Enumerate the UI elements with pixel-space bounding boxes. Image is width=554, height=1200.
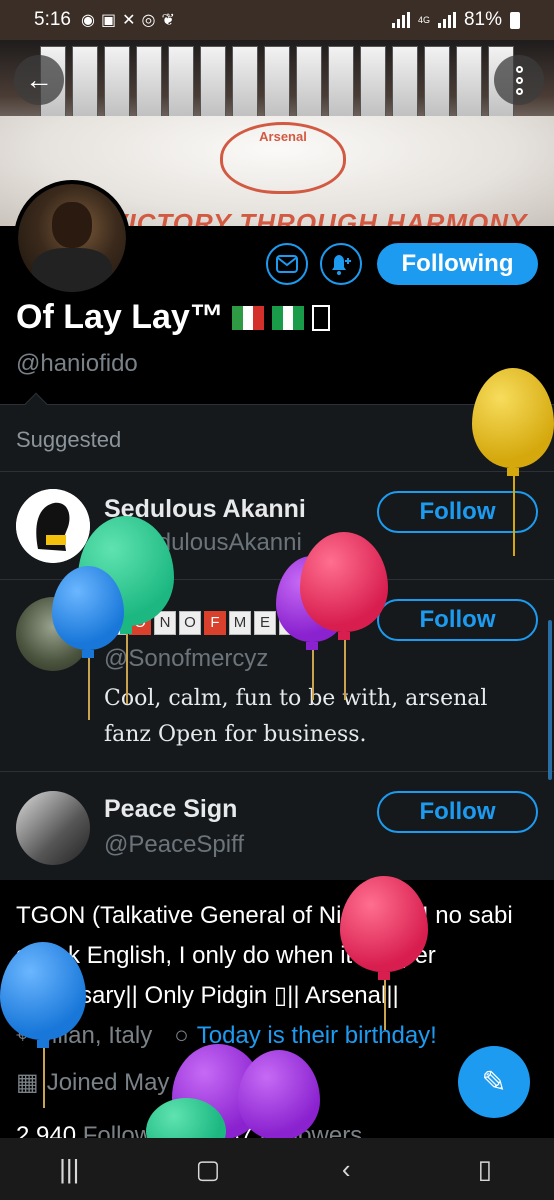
boxed-letter: F bbox=[204, 611, 226, 635]
balloon-decoration bbox=[0, 942, 86, 1108]
banner-motto: VICTORY THROUGH HARMONY bbox=[110, 208, 528, 226]
italy-flag-icon bbox=[231, 305, 264, 330]
arsenal-crest-logo: Arsenal bbox=[220, 122, 346, 194]
follow-button[interactable]: Follow bbox=[377, 599, 538, 641]
phone-icon: ▯ bbox=[477, 1153, 492, 1184]
home-icon: ▢ bbox=[195, 1153, 221, 1184]
suggested-user-bio: Cool, calm, fun to be with, arsenal fanz… bbox=[104, 686, 488, 747]
nigeria-flag-icon bbox=[271, 305, 304, 330]
user-avatar[interactable] bbox=[16, 791, 90, 865]
app-shortcut-button[interactable]: ▯ bbox=[455, 1149, 515, 1189]
recent-apps-button[interactable]: ||| bbox=[39, 1149, 99, 1189]
profile-avatar[interactable] bbox=[14, 180, 130, 296]
home-button[interactable]: ▢ bbox=[178, 1149, 238, 1189]
battery-percent: 81% bbox=[463, 9, 502, 30]
notifications-button[interactable] bbox=[320, 243, 362, 285]
scrollbar[interactable] bbox=[548, 620, 552, 780]
boxed-letter: M bbox=[229, 611, 251, 635]
network-type: 4G bbox=[417, 14, 430, 25]
status-bar: 5:16 ◉ ▣ ✕ ◎ ❦ 4G 81% bbox=[0, 0, 554, 40]
back-nav-button[interactable]: ‹ bbox=[316, 1149, 376, 1189]
boxed-letter: E bbox=[254, 611, 276, 635]
battery-icon bbox=[510, 11, 520, 29]
more-vertical-icon bbox=[515, 65, 523, 95]
display-name: Of Lay Lay™ bbox=[16, 298, 330, 337]
following-button[interactable]: Following bbox=[377, 243, 538, 285]
balloon-decoration bbox=[52, 566, 124, 720]
bell-plus-icon bbox=[332, 255, 351, 275]
message-button[interactable] bbox=[266, 243, 308, 285]
envelope-icon bbox=[276, 255, 298, 273]
status-time: 5:16 bbox=[34, 9, 71, 30]
balloon-decoration bbox=[340, 876, 428, 1030]
instagram-icon: ▣ bbox=[100, 12, 117, 29]
notification-icons: ◉ ▣ ✕ ◎ ❦ bbox=[81, 10, 175, 30]
suggested-user-handle: @Sonofmercyz bbox=[104, 645, 269, 672]
back-chevron-icon: ‹ bbox=[341, 1153, 351, 1184]
more-options-button[interactable] bbox=[494, 55, 544, 105]
follow-button[interactable]: Follow bbox=[377, 791, 538, 833]
boxed-letter: O bbox=[179, 611, 201, 635]
system-nav-bar: ||| ▢ ‹ ▯ bbox=[0, 1138, 554, 1200]
balloon-decoration bbox=[472, 368, 554, 556]
profile-bio: TGON (Talkative General of Nigeria)|| I … bbox=[16, 902, 513, 1009]
suggested-user-handle: @PeaceSpiff bbox=[104, 831, 245, 858]
back-button[interactable]: ← bbox=[14, 55, 64, 105]
suggested-title: Suggested bbox=[16, 427, 122, 452]
compose-feather-icon: ✎ bbox=[481, 1065, 507, 1099]
unsupported-glyph-icon bbox=[311, 304, 330, 331]
whatsapp-icon: ◎ bbox=[141, 12, 156, 29]
profile-handle: @haniofido bbox=[16, 350, 138, 377]
calendar-icon: ▦ bbox=[16, 1069, 39, 1096]
back-arrow-icon: ← bbox=[25, 64, 53, 95]
compose-tweet-button[interactable]: ✎ bbox=[458, 1046, 530, 1118]
messenger-icon: ◉ bbox=[80, 12, 95, 29]
missed-call-icon: ✕ bbox=[122, 12, 136, 29]
wifi-signal-icon bbox=[391, 12, 410, 28]
display-name-text: Of Lay Lay™ bbox=[16, 298, 224, 336]
suggested-user-name: Peace Sign bbox=[104, 795, 238, 823]
twitter-icon: ❦ bbox=[161, 12, 175, 29]
balloon-decoration bbox=[238, 1050, 320, 1140]
suggested-user-row[interactable]: Peace Sign @PeaceSpiff Follow bbox=[0, 771, 554, 881]
cell-signal-icon bbox=[437, 12, 456, 28]
recent-apps-icon: ||| bbox=[59, 1153, 80, 1184]
balloon-decoration bbox=[300, 532, 388, 700]
